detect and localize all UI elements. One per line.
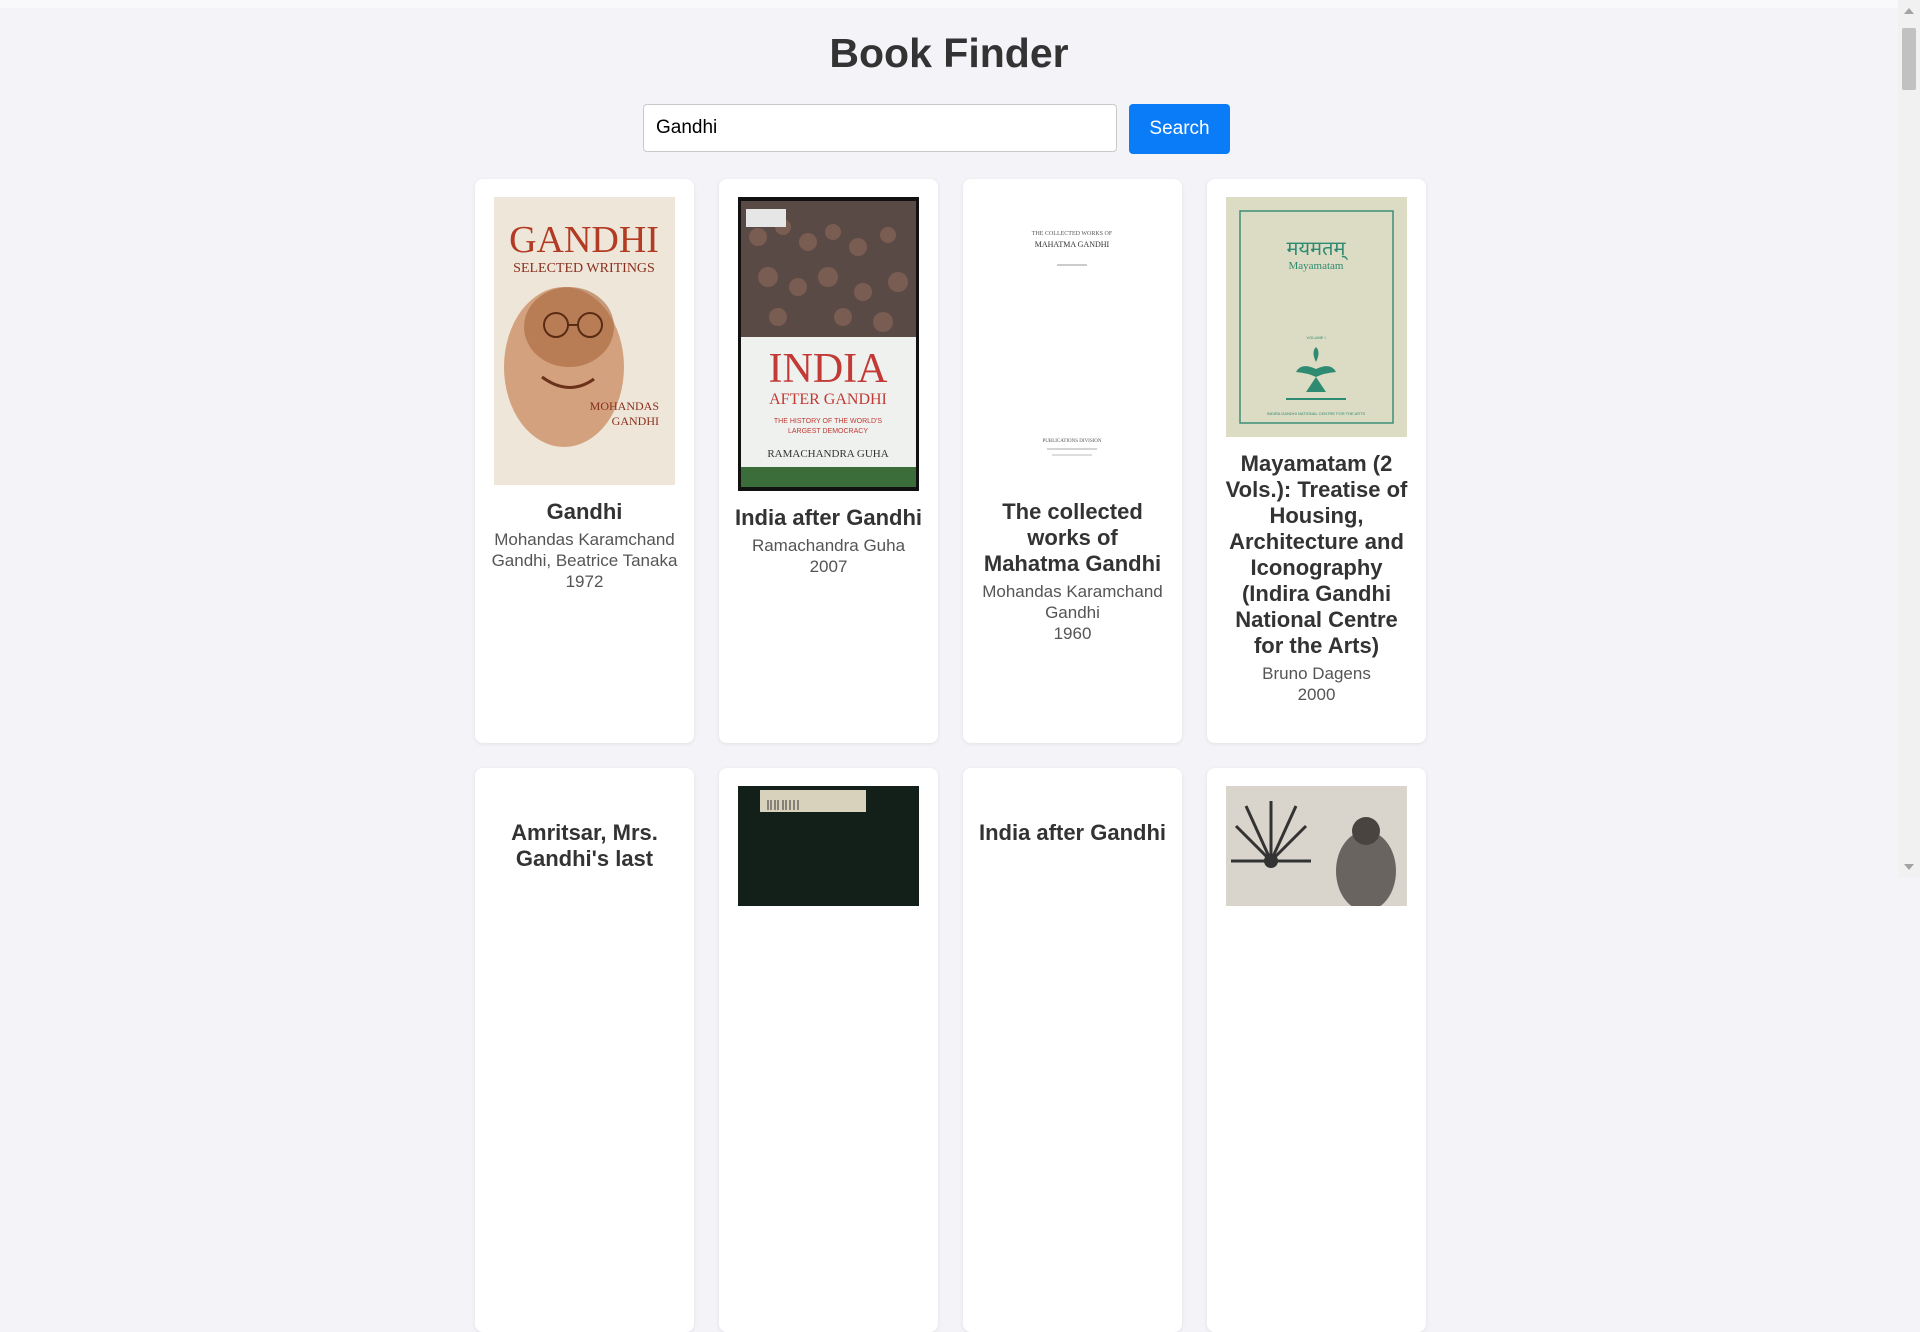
cover-text: SELECTED WRITINGS <box>513 261 655 276</box>
book-cover-image: THE COLLECTED WORKS OF MAHATMA GANDHI PU… <box>982 197 1163 485</box>
book-year: 1972 <box>565 572 604 591</box>
scroll-down-arrow-icon[interactable] <box>1904 864 1914 870</box>
cover-text: GANDHI <box>612 414 659 428</box>
search-button[interactable]: Search <box>1129 104 1230 154</box>
book-cover-image: INDIA AFTER GANDHI THE HISTORY OF THE WO… <box>738 197 919 491</box>
cover-text: INDIRA GANDHI NATIONAL CENTRE FOR THE AR… <box>1267 411 1366 416</box>
book-author: Ramachandra Guha <box>751 536 906 555</box>
cover-text: LARGEST DEMOCRACY <box>788 428 868 435</box>
window-top-strip <box>0 0 1898 8</box>
search-input[interactable] <box>643 104 1117 152</box>
book-title: India after Gandhi <box>978 820 1167 845</box>
book-year: 2000 <box>1297 685 1336 704</box>
book-card[interactable]: मयमतम् Mayamatam VOLUME I INDIRA GANDHI … <box>1207 179 1426 743</box>
book-title: India after Gandhi <box>734 505 923 530</box>
book-title: Amritsar, Mrs. Gandhi's last <box>511 820 658 871</box>
book-card[interactable]: India after Gandhi <box>963 768 1182 1332</box>
book-card[interactable]: INDIA AFTER GANDHI THE HISTORY OF THE WO… <box>719 179 938 743</box>
book-title: Mayamatam (2 Vols.): Treatise of Housing… <box>1225 451 1408 658</box>
book-author: Bruno Dagens <box>1262 664 1371 683</box>
cover-text: AFTER GANDHI <box>769 391 887 408</box>
book-card[interactable]: GANDHI SELECTED WRITINGS MOHANDAS GANDHI… <box>475 179 694 743</box>
book-author: Mohandas Karamchand Gandhi <box>982 582 1163 622</box>
book-cover-image: मयमतम् Mayamatam VOLUME I INDIRA GANDHI … <box>1226 197 1407 437</box>
cover-text: MOHANDAS <box>590 399 659 413</box>
cover-text: THE HISTORY OF THE WORLD'S <box>774 418 882 425</box>
book-year: 1960 <box>1053 624 1092 643</box>
book-card[interactable]: THE COLLECTED WORKS OF MAHATMA GANDHI PU… <box>963 179 1182 743</box>
book-title: Gandhi <box>546 499 623 524</box>
book-card[interactable]: Amritsar, Mrs. Gandhi's last <box>475 768 694 1332</box>
search-bar: Search <box>643 104 1230 154</box>
cover-text: मयमतम् <box>1287 236 1349 261</box>
book-card[interactable] <box>1207 768 1426 1332</box>
cover-text: RAMACHANDRA GUHA <box>767 448 888 460</box>
cover-text: THE COLLECTED WORKS OF <box>1032 231 1113 237</box>
book-cover-image <box>738 786 919 906</box>
results-grid: GANDHI SELECTED WRITINGS MOHANDAS GANDHI… <box>475 179 1426 1332</box>
page-title: Book Finder <box>829 30 1069 76</box>
cover-text: VOLUME I <box>1306 335 1325 340</box>
scrollbar-thumb[interactable] <box>1902 28 1916 90</box>
page: Book Finder Search GANDHI SELECTED WRITI… <box>0 8 1898 1332</box>
book-author: Mohandas Karamchand Gandhi, Beatrice Tan… <box>491 530 678 570</box>
cover-text: Mayamatam <box>1289 260 1344 272</box>
book-card[interactable] <box>719 768 938 1332</box>
scroll-up-arrow-icon[interactable] <box>1904 8 1914 14</box>
cover-text: GANDHI <box>509 219 659 261</box>
book-title: The collected works of Mahatma Gandhi <box>983 499 1162 576</box>
cover-text: PUBLICATIONS DIVISION <box>1042 439 1101 444</box>
vertical-scrollbar[interactable] <box>1898 0 1920 878</box>
book-cover-image: GANDHI SELECTED WRITINGS MOHANDAS GANDHI <box>494 197 675 485</box>
cover-text: INDIA <box>769 346 889 392</box>
book-cover-image <box>1226 786 1407 906</box>
book-year: 2007 <box>809 557 848 576</box>
cover-text: MAHATMA GANDHI <box>1035 240 1110 249</box>
